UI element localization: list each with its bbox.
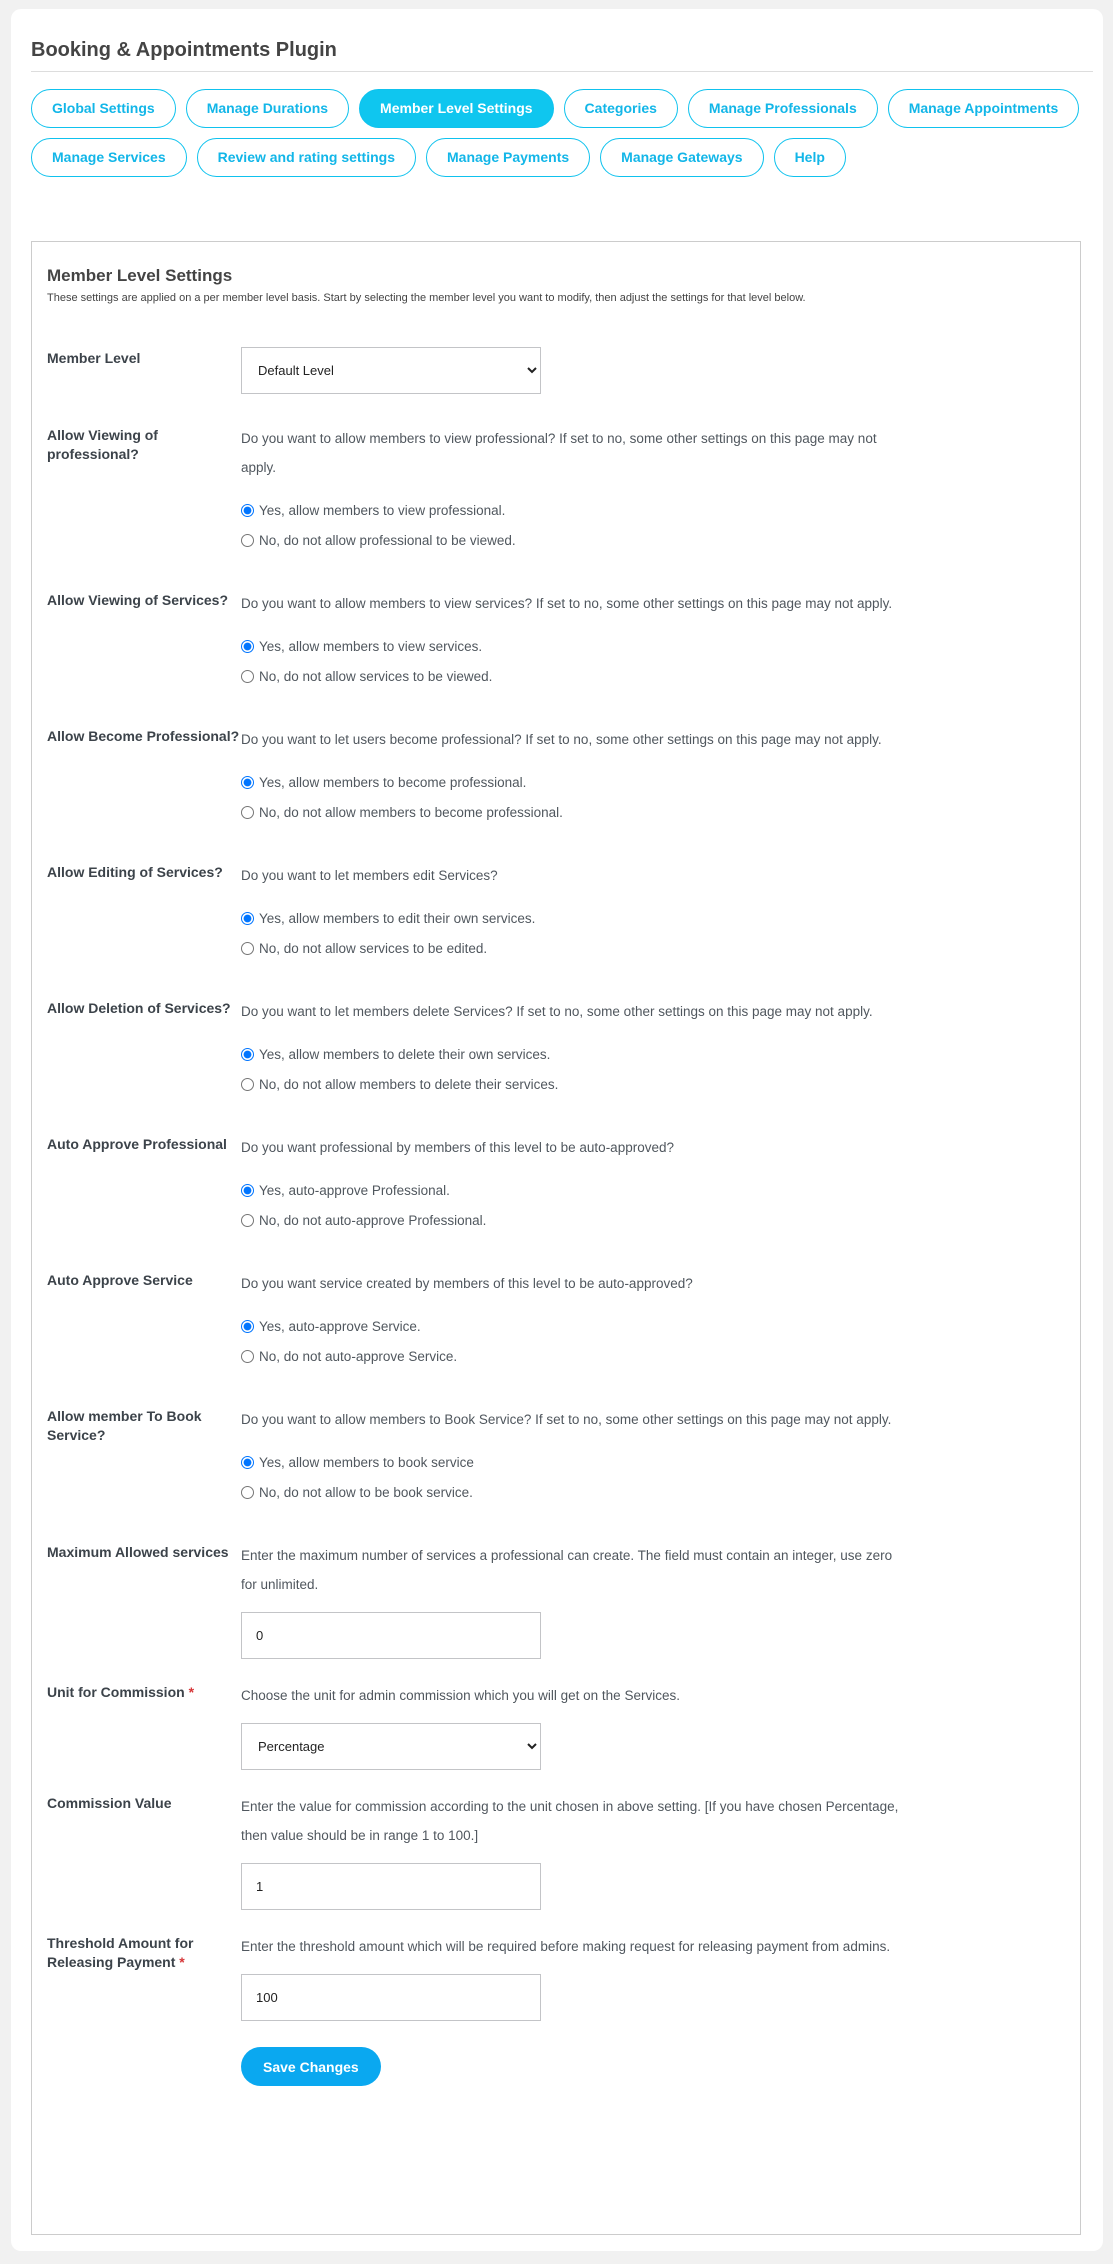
setting-description: Do you want to allow members to view pro… [241, 431, 877, 475]
divider [31, 71, 1093, 72]
setting-max-services: Maximum Allowed services Enter the maxim… [47, 1541, 1065, 1681]
setting-radio-group: Auto Approve Professional Do you want pr… [47, 1133, 1065, 1269]
radio-option-no[interactable]: No, do not allow members to delete their… [241, 1069, 901, 1099]
setting-description: Choose the unit for admin commission whi… [241, 1688, 680, 1703]
setting-label: Allow Become Professional? [47, 728, 240, 744]
radio-no[interactable] [241, 941, 254, 955]
setting-radio-group: Allow member To Book Service? Do you wan… [47, 1405, 1065, 1541]
setting-label: Allow Viewing of Services? [47, 592, 229, 608]
radio-option-yes[interactable]: Yes, allow members to book service [241, 1447, 901, 1477]
radio-option-yes[interactable]: Yes, allow members to view services. [241, 631, 901, 661]
setting-description: Enter the threshold amount which will be… [241, 1939, 891, 1954]
radio-option-yes[interactable]: Yes, allow members to delete their own s… [241, 1039, 901, 1069]
setting-label: Allow Editing of Services? [47, 864, 223, 880]
radio-option-yes[interactable]: Yes, allow members to view professional. [241, 495, 901, 525]
required-marker: * [188, 1684, 195, 1700]
setting-label: Commission Value [47, 1795, 172, 1811]
radio-option-no[interactable]: No, do not allow services to be viewed. [241, 661, 901, 691]
setting-label: Unit for Commission * [47, 1684, 195, 1700]
radio-option-yes[interactable]: Yes, allow members to become professiona… [241, 767, 901, 797]
radio-option-yes[interactable]: Yes, auto-approve Professional. [241, 1175, 901, 1205]
radio-yes[interactable] [241, 1047, 254, 1061]
member-level-select[interactable]: Default Level [241, 347, 541, 394]
tab-manage-durations[interactable]: Manage Durations [185, 89, 350, 128]
section-title: Member Level Settings [47, 266, 233, 285]
radio-option-no[interactable]: No, do not auto-approve Professional. [241, 1205, 901, 1235]
tab-review-and-rating-settings[interactable]: Review and rating settings [196, 138, 416, 177]
required-marker: * [179, 1954, 185, 1970]
radio-option-no[interactable]: No, do not allow members to become profe… [241, 797, 901, 827]
setting-label: Allow member To Book Service? [47, 1408, 202, 1443]
setting-description: Do you want to let members edit Services… [241, 868, 498, 883]
radio-yes[interactable] [241, 639, 254, 653]
setting-label: Maximum Allowed services [47, 1544, 229, 1560]
tab-member-level-settings[interactable]: Member Level Settings [359, 89, 554, 128]
radio-option-yes[interactable]: Yes, allow members to edit their own ser… [241, 903, 901, 933]
radio-no[interactable] [241, 805, 254, 819]
radio-yes[interactable] [241, 775, 254, 789]
radio-yes[interactable] [241, 1183, 254, 1197]
setting-description: Do you want professional by members of t… [241, 1140, 674, 1155]
setting-radio-group: Allow Deletion of Services? Do you want … [47, 997, 1065, 1133]
tab-manage-professionals[interactable]: Manage Professionals [687, 89, 878, 128]
radio-option-no[interactable]: No, do not allow to be book service. [241, 1477, 901, 1507]
setting-radio-group: Allow Editing of Services? Do you want t… [47, 861, 1065, 997]
max-services-input[interactable] [241, 1612, 541, 1659]
setting-description: Do you want to allow members to Book Ser… [241, 1412, 892, 1427]
radio-yes[interactable] [241, 911, 254, 925]
setting-label: Auto Approve Professional [47, 1136, 227, 1152]
setting-radio-group: Allow Viewing of Services? Do you want t… [47, 589, 1065, 725]
setting-radio-group: Allow Become Professional? Do you want t… [47, 725, 1065, 861]
member-level-settings-panel: Member Level Settings These settings are… [31, 241, 1081, 2235]
radio-no[interactable] [241, 1077, 254, 1091]
radio-no[interactable] [241, 669, 254, 683]
save-changes-button[interactable]: Save Changes [241, 2047, 381, 2086]
section-intro: These settings are applied on a per memb… [47, 292, 806, 304]
setting-label: Member Level [47, 350, 141, 366]
threshold-input[interactable] [241, 1974, 541, 2021]
setting-commission-value: Commission Value Enter the value for com… [47, 1792, 1065, 1932]
setting-description: Enter the maximum number of services a p… [241, 1548, 893, 1592]
tab-global-settings[interactable]: Global Settings [31, 89, 176, 128]
setting-threshold: Threshold Amount for Releasing Payment *… [47, 1932, 1065, 2043]
settings-card: Booking & Appointments Plugin Global Set… [11, 9, 1103, 2251]
setting-label: Allow Deletion of Services? [47, 1000, 231, 1016]
radio-option-no[interactable]: No, do not auto-approve Service. [241, 1341, 901, 1371]
commission-unit-select[interactable]: Percentage [241, 1723, 541, 1770]
setting-radio-group: Auto Approve Service Do you want service… [47, 1269, 1065, 1405]
tab-manage-gateways[interactable]: Manage Gateways [600, 138, 764, 177]
tab-manage-services[interactable]: Manage Services [31, 138, 187, 177]
setting-commission-unit: Unit for Commission * Choose the unit fo… [47, 1681, 1065, 1792]
page-title: Booking & Appointments Plugin [31, 39, 337, 61]
tab-categories[interactable]: Categories [563, 89, 678, 128]
radio-no[interactable] [241, 1349, 254, 1363]
radio-yes[interactable] [241, 1319, 254, 1333]
setting-description: Do you want service created by members o… [241, 1276, 693, 1291]
setting-description: Do you want to allow members to view ser… [241, 596, 893, 611]
radio-option-no[interactable]: No, do not allow services to be edited. [241, 933, 901, 963]
radio-no[interactable] [241, 1213, 254, 1227]
setting-description: Do you want to let members delete Servic… [241, 1004, 873, 1019]
setting-member-level: Member Level Default Level [47, 347, 1065, 424]
radio-yes[interactable] [241, 1455, 254, 1469]
tab-manage-appointments[interactable]: Manage Appointments [887, 89, 1080, 128]
radio-yes[interactable] [241, 503, 254, 517]
tab-help[interactable]: Help [773, 138, 846, 177]
setting-description: Enter the value for commission according… [241, 1799, 899, 1843]
commission-value-input[interactable] [241, 1863, 541, 1910]
radio-no[interactable] [241, 533, 254, 547]
setting-description: Do you want to let users become professi… [241, 732, 882, 747]
tab-manage-payments[interactable]: Manage Payments [426, 138, 591, 177]
tab-bar: Global Settings Manage Durations Member Le… [31, 89, 1091, 177]
radio-option-yes[interactable]: Yes, auto-approve Service. [241, 1311, 901, 1341]
radio-no[interactable] [241, 1485, 254, 1499]
setting-label: Allow Viewing of professional? [47, 427, 158, 462]
radio-option-no[interactable]: No, do not allow professional to be view… [241, 525, 901, 555]
setting-label: Auto Approve Service [47, 1272, 193, 1288]
setting-radio-group: Allow Viewing of professional? Do you wa… [47, 424, 1065, 589]
setting-label: Threshold Amount for Releasing Payment * [47, 1935, 194, 1970]
